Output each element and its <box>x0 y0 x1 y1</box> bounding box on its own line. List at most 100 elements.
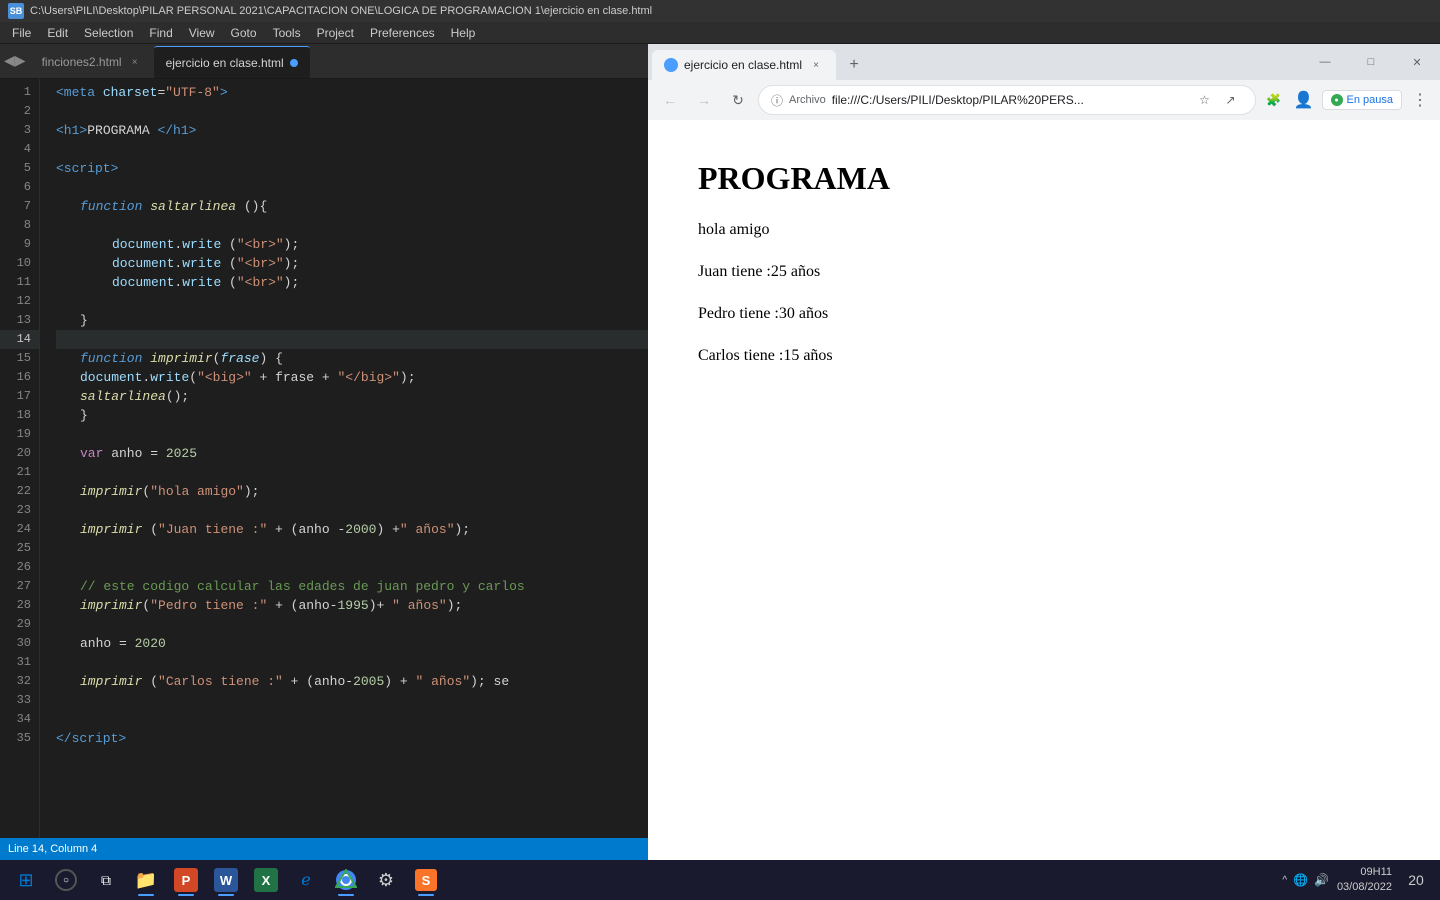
ln-18: 18 <box>0 406 39 425</box>
ln-28: 28 <box>0 596 39 615</box>
ln-4: 4 <box>0 140 39 159</box>
share-icon[interactable]: ↗ <box>1219 88 1243 112</box>
tab-finciones2-close[interactable]: × <box>128 55 142 69</box>
taskbar-clock[interactable]: 09H11 03/08/2022 <box>1337 865 1392 896</box>
menu-file[interactable]: File <box>4 24 39 42</box>
editor-panel: ◀▶ finciones2.html × ejercicio en clase.… <box>0 44 648 860</box>
browser-minimize-button[interactable]: — <box>1302 46 1348 78</box>
menu-selection[interactable]: Selection <box>76 24 141 42</box>
output-line-3: Pedro tiene :30 años <box>698 305 1390 323</box>
address-bar[interactable]: ⓘ Archivo file:///C:/Users/PILI/Desktop/… <box>758 85 1256 115</box>
settings-icon: ⚙ <box>374 868 398 892</box>
taskbar-right-tray: ^ 🌐 🔊 09H11 03/08/2022 20 <box>1282 864 1432 896</box>
ln-12: 12 <box>0 292 39 311</box>
pause-label: En pausa <box>1347 94 1393 106</box>
ln-10: 10 <box>0 254 39 273</box>
tab-scroll-arrows[interactable]: ◀▶ <box>0 44 30 78</box>
browser-tab-title: ejercicio en clase.html <box>684 58 802 72</box>
reload-icon: ↻ <box>732 92 744 109</box>
line-numbers: 1 2 3 4 5 6 7 8 9 10 11 12 13 14 15 16 1 <box>0 79 40 838</box>
address-actions: ☆ ↗ <box>1193 88 1243 112</box>
browser-favicon <box>664 58 678 72</box>
new-tab-button[interactable]: + <box>840 51 868 79</box>
tab-finciones2[interactable]: finciones2.html × <box>30 46 154 78</box>
pause-button[interactable]: ● En pausa <box>1322 90 1402 110</box>
taskbar-start-button[interactable]: ⊞ <box>8 862 44 898</box>
taskbar-edge-button[interactable]: ℯ <box>288 862 324 898</box>
code-line-12 <box>56 292 648 311</box>
code-editor[interactable]: 1 2 3 4 5 6 7 8 9 10 11 12 13 14 15 16 1 <box>0 79 648 838</box>
ln-19: 19 <box>0 425 39 444</box>
code-line-1: <meta charset="UTF-8"> <box>56 83 648 102</box>
code-line-4 <box>56 140 648 159</box>
menu-project[interactable]: Project <box>309 24 362 42</box>
browser-reload-button[interactable]: ↻ <box>724 86 752 114</box>
notification-button[interactable]: 20 <box>1400 864 1432 896</box>
menu-preferences[interactable]: Preferences <box>362 24 443 42</box>
browser-window-controls: — □ ✕ <box>1302 44 1440 80</box>
app-icon: SB <box>8 3 24 19</box>
code-line-15: function imprimir(frase) { <box>56 349 648 368</box>
browser-forward-button[interactable]: → <box>690 86 718 114</box>
code-content[interactable]: <meta charset="UTF-8"> <h1>PROGRAMA </h1… <box>40 79 648 838</box>
browser-tab-close[interactable]: × <box>808 57 824 73</box>
ln-27: 27 <box>0 577 39 596</box>
taskbar-settings-button[interactable]: ⚙ <box>368 862 404 898</box>
menu-goto[interactable]: Goto <box>223 24 265 42</box>
code-line-2 <box>56 102 648 121</box>
taskbar-search-button[interactable]: ○ <box>48 862 84 898</box>
code-line-30: anho = 2020 <box>56 634 648 653</box>
taskbar-explorer-button[interactable]: 📁 <box>128 862 164 898</box>
bookmark-icon[interactable]: ☆ <box>1193 88 1217 112</box>
menu-help[interactable]: Help <box>443 24 484 42</box>
windows-start-icon: ⊞ <box>14 868 38 892</box>
powerpoint-icon: P <box>174 868 198 892</box>
editor-tabs-bar: ◀▶ finciones2.html × ejercicio en clase.… <box>0 44 648 79</box>
browser-tab-active[interactable]: ejercicio en clase.html × <box>652 50 836 80</box>
taskbar-taskview-button[interactable]: ⧉ <box>88 862 124 898</box>
menu-bar: File Edit Selection Find View Goto Tools… <box>0 22 1440 44</box>
ln-3: 3 <box>0 121 39 140</box>
menu-find[interactable]: Find <box>141 24 180 42</box>
code-line-19 <box>56 425 648 444</box>
taskbar-excel-button[interactable]: X <box>248 862 284 898</box>
pause-status-icon: ● <box>1331 94 1343 106</box>
menu-edit[interactable]: Edit <box>39 24 76 42</box>
ln-16: 16 <box>0 368 39 387</box>
code-line-29 <box>56 615 648 634</box>
taskbar-sublime-button[interactable]: S <box>408 862 444 898</box>
ln-20: 20 <box>0 444 39 463</box>
forward-icon: → <box>697 92 711 108</box>
ln-24: 24 <box>0 520 39 539</box>
code-line-22: imprimir("hola amigo"); <box>56 482 648 501</box>
ln-25: 25 <box>0 539 39 558</box>
ln-6: 6 <box>0 178 39 197</box>
taskbar-word-button[interactable]: W <box>208 862 244 898</box>
title-bar: SB C:\Users\PILI\Desktop\PILAR PERSONAL … <box>0 0 1440 22</box>
taskbar-powerpoint-button[interactable]: P <box>168 862 204 898</box>
address-url-text: file:///C:/Users/PILI/Desktop/PILAR%20PE… <box>832 93 1187 107</box>
word-icon: W <box>214 868 238 892</box>
menu-tools[interactable]: Tools <box>265 24 309 42</box>
browser-menu-icon[interactable]: ⋮ <box>1408 88 1432 112</box>
code-line-25 <box>56 539 648 558</box>
taskbar-chrome-button[interactable] <box>328 862 364 898</box>
browser-back-button[interactable]: ← <box>656 86 684 114</box>
ln-2: 2 <box>0 102 39 121</box>
code-line-24: imprimir ("Juan tiene :" + (anho -2000) … <box>56 520 648 539</box>
ln-13: 13 <box>0 311 39 330</box>
code-line-14 <box>56 330 648 349</box>
window-title: C:\Users\PILI\Desktop\PILAR PERSONAL 202… <box>30 5 652 17</box>
browser-maximize-button[interactable]: □ <box>1348 46 1394 78</box>
code-line-18: } <box>56 406 648 425</box>
ln-7: 7 <box>0 197 39 216</box>
code-line-7: function saltarlinea (){ <box>56 197 648 216</box>
tab-ejercicio[interactable]: ejercicio en clase.html <box>154 46 310 78</box>
profile-icon[interactable]: 👤 <box>1292 88 1316 112</box>
tray-chevron[interactable]: ^ <box>1282 875 1287 886</box>
ln-26: 26 <box>0 558 39 577</box>
browser-close-button[interactable]: ✕ <box>1394 46 1440 78</box>
code-line-11: document.write ("<br>"); <box>56 273 648 292</box>
extensions-icon[interactable]: 🧩 <box>1262 88 1286 112</box>
menu-view[interactable]: View <box>181 24 223 42</box>
